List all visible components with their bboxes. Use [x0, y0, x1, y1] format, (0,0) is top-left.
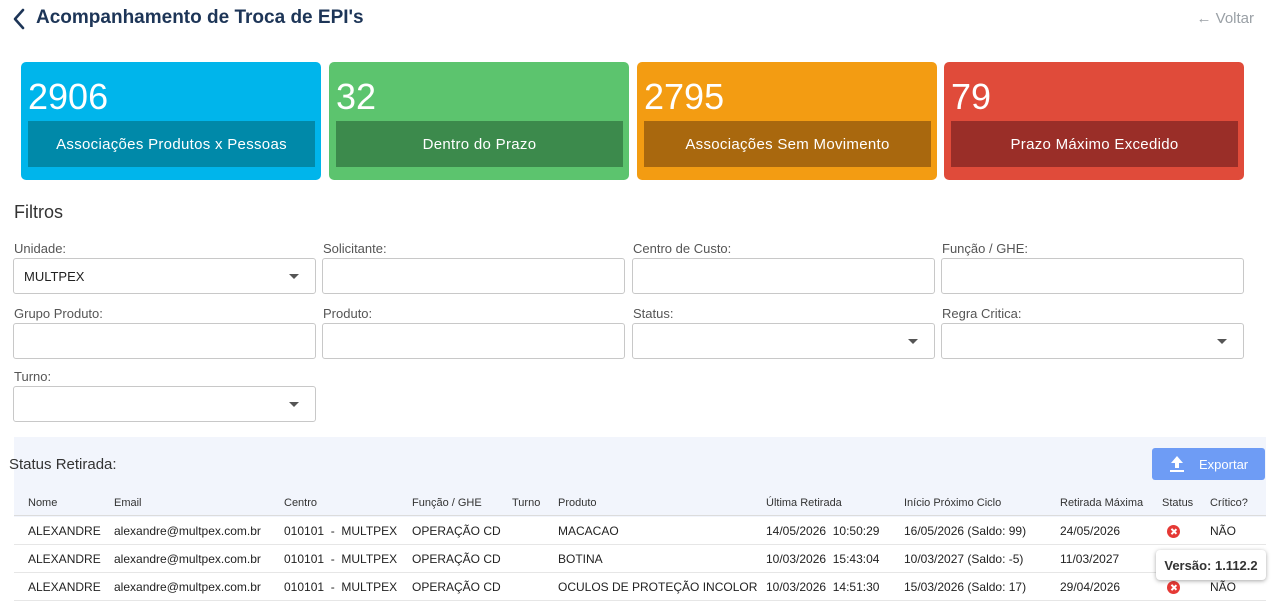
unidade-select[interactable]: MULTPEX [13, 258, 316, 294]
funcao-ghe-label: Função / GHE: [942, 241, 1028, 256]
table-row[interactable]: ALEXANDRE alexandre@multpex.com.br 01010… [14, 517, 1266, 545]
cell-retirada-maxima: 29/04/2026 [1060, 580, 1121, 594]
card-label: Associações Produtos x Pessoas [28, 121, 315, 167]
th-turno[interactable]: Turno [512, 497, 540, 509]
cell-inicio-proximo-ciclo: 16/05/2026 (Saldo: 99) [904, 524, 1027, 538]
cell-critico: NÃO [1210, 580, 1237, 594]
cell-ultima-retirada: 10/03/2026 15:43:04 [766, 552, 880, 566]
th-nome[interactable]: Nome [28, 497, 57, 509]
filters-title: Filtros [14, 202, 63, 222]
cell-produto: MACACAO [558, 524, 619, 538]
card-value: 79 [951, 76, 992, 117]
th-critico[interactable]: Crítico? [1210, 497, 1248, 509]
grupo-produto-input[interactable] [13, 323, 316, 359]
table-header: Nome Email Centro Função / GHE Turno Pro… [14, 490, 1266, 516]
cell-inicio-proximo-ciclo: 10/03/2027 (Saldo: -5) [904, 552, 1024, 566]
produto-label: Produto: [323, 306, 373, 321]
caret-down-icon [289, 402, 299, 407]
centro-custo-label: Centro de Custo: [633, 241, 732, 256]
caret-down-icon [1217, 339, 1227, 344]
th-retirada-maxima[interactable]: Retirada Máxima [1060, 497, 1143, 509]
upload-icon [1170, 456, 1184, 472]
cell-retirada-maxima: 11/03/2027 [1060, 552, 1120, 566]
cell-inicio-proximo-ciclo: 15/03/2026 (Saldo: 17) [904, 580, 1027, 594]
cell-email: alexandre@multpex.com.br [114, 552, 261, 566]
card-label: Dentro do Prazo [336, 121, 623, 167]
page-header: Acompanhamento de Troca de EPI's ← Volta… [0, 0, 1280, 40]
summary-cards: 2906 Associações Produtos x Pessoas 32 D… [21, 62, 1245, 180]
status-title: Status Retirada: [9, 456, 117, 473]
table-row[interactable]: ALEXANDRE alexandre@multpex.com.br 01010… [14, 573, 1266, 601]
turno-select[interactable] [13, 386, 316, 422]
card-sem-movimento[interactable]: 2795 Associações Sem Movimento [637, 62, 937, 180]
export-label: Exportar [1199, 456, 1249, 472]
card-associacoes-produtos[interactable]: 2906 Associações Produtos x Pessoas [21, 62, 321, 180]
table-row[interactable]: ALEXANDRE alexandre@multpex.com.br 01010… [14, 545, 1266, 573]
grupo-produto-label: Grupo Produto: [14, 306, 103, 321]
th-centro[interactable]: Centro [284, 497, 317, 509]
caret-down-icon [908, 339, 918, 344]
status-x-icon [1167, 581, 1180, 594]
th-status[interactable]: Status [1162, 497, 1193, 509]
cell-funcao: OPERAÇÃO CD [412, 524, 501, 538]
cell-nome: ALEXANDRE [28, 580, 101, 594]
funcao-ghe-input[interactable] [941, 258, 1244, 294]
th-ultima-retirada[interactable]: Última Retirada [766, 497, 842, 509]
export-button[interactable]: Exportar [1152, 448, 1265, 480]
version-badge: Versão: 1.112.2 [1156, 550, 1266, 580]
cell-nome: ALEXANDRE [28, 524, 101, 538]
cell-ultima-retirada: 10/03/2026 14:51:30 [766, 580, 880, 594]
card-label: Prazo Máximo Excedido [951, 121, 1238, 167]
card-label: Associações Sem Movimento [644, 121, 931, 167]
cell-funcao: OPERAÇÃO CD [412, 580, 501, 594]
produto-input[interactable] [322, 323, 625, 359]
card-value: 2906 [28, 76, 109, 117]
cell-ultima-retirada: 14/05/2026 10:50:29 [766, 524, 880, 538]
cell-critico: NÃO [1210, 524, 1237, 538]
card-value: 2795 [644, 76, 725, 117]
regra-critica-select[interactable] [941, 323, 1244, 359]
cell-funcao: OPERAÇÃO CD [412, 552, 501, 566]
cell-produto: OCULOS DE PROTEÇÃO INCOLOR [558, 580, 758, 594]
th-email[interactable]: Email [114, 497, 142, 509]
cell-centro: 010101 - MULTPEX [284, 552, 398, 566]
regra-critica-label: Regra Critica: [942, 306, 1022, 321]
unidade-value: MULTPEX [24, 269, 85, 284]
status-x-icon [1167, 525, 1180, 538]
th-produto[interactable]: Produto [558, 497, 597, 509]
solicitante-input[interactable] [322, 258, 625, 294]
th-funcao[interactable]: Função / GHE [412, 497, 482, 509]
cell-produto: BOTINA [558, 552, 603, 566]
solicitante-label: Solicitante: [323, 241, 387, 256]
chevron-left-icon[interactable] [10, 6, 30, 32]
cell-centro: 010101 - MULTPEX [284, 580, 398, 594]
th-inicio-proximo-ciclo[interactable]: Início Próximo Ciclo [904, 497, 1001, 509]
cell-email: alexandre@multpex.com.br [114, 580, 261, 594]
card-value: 32 [336, 76, 377, 117]
status-select[interactable] [632, 323, 935, 359]
card-dentro-do-prazo[interactable]: 32 Dentro do Prazo [329, 62, 629, 180]
cell-centro: 010101 - MULTPEX [284, 524, 398, 538]
turno-label: Turno: [14, 369, 52, 384]
centro-custo-input[interactable] [632, 258, 935, 294]
status-label: Status: [633, 306, 674, 321]
page-title: Acompanhamento de Troca de EPI's [36, 7, 364, 28]
cell-email: alexandre@multpex.com.br [114, 524, 261, 538]
back-link[interactable]: ← Voltar [1196, 10, 1254, 27]
cell-nome: ALEXANDRE [28, 552, 101, 566]
caret-down-icon [289, 274, 299, 279]
unidade-label: Unidade: [14, 241, 67, 256]
card-prazo-excedido[interactable]: 79 Prazo Máximo Excedido [944, 62, 1244, 180]
cell-retirada-maxima: 24/05/2026 [1060, 524, 1121, 538]
